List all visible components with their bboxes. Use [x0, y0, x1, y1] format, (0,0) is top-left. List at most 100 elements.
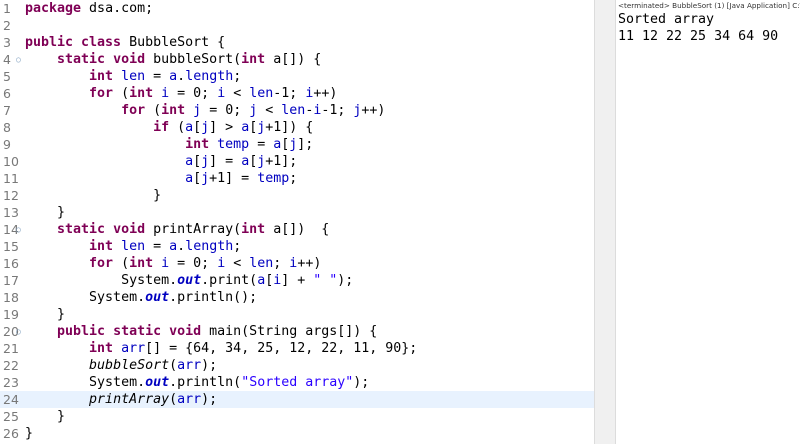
code-line-10[interactable]: 10 a[j] = a[j+1]; [0, 153, 594, 170]
code-line-23[interactable]: 23 System.out.println("Sorted array"); [0, 374, 594, 391]
code-token: a [185, 120, 194, 135]
code-line-18[interactable]: 18 System.out.println(); [0, 289, 594, 306]
code-text: bubbleSort(arr); [25, 357, 217, 374]
code-text: for (int i = 0; i < len; i++) [25, 255, 321, 272]
code-line-14[interactable]: 14 ○ static void printArray(int a[]) { [0, 221, 594, 238]
code-token: ); [201, 358, 218, 373]
code-token: len [249, 86, 274, 101]
code-token: < [225, 86, 250, 101]
code-token: i [161, 256, 170, 271]
code-token: length [185, 69, 234, 84]
code-token: } [25, 409, 66, 424]
code-token: static void [57, 222, 146, 237]
code-token: ( [113, 86, 130, 101]
code-token: dsa.com; [81, 1, 154, 16]
code-line-16[interactable]: 16 for (int i = 0; i < len; i++) [0, 255, 594, 272]
code-line-11[interactable]: 11 a[j+1] = temp; [0, 170, 594, 187]
code-line-17[interactable]: 17 System.out.print(a[i] + " "); [0, 272, 594, 289]
view-divider[interactable] [594, 0, 616, 444]
fold-collapse-icon[interactable]: ○ [16, 323, 21, 340]
code-token: main(String args[]) { [201, 324, 378, 339]
code-line-15[interactable]: 15 int len = a.length; [0, 238, 594, 255]
console-output-line-2: 11 12 22 25 34 64 90 [618, 29, 779, 44]
line-number: 5 [3, 69, 11, 84]
code-token: int [185, 137, 210, 152]
code-line-8[interactable]: 8 if (a[j] > a[j+1]) { [0, 119, 594, 136]
code-token: [] = {64, 34, 25, 12, 22, 11, 90}; [145, 341, 418, 356]
code-token: = 0; [201, 103, 250, 118]
code-token: out [145, 375, 170, 390]
code-token: . [177, 69, 186, 84]
code-token: len [281, 103, 306, 118]
code-token: int [129, 86, 154, 101]
code-token: ( [169, 120, 186, 135]
code-token: temp [257, 171, 290, 186]
fold-collapse-icon[interactable]: ○ [16, 51, 21, 68]
line-number: 23 [3, 375, 19, 390]
console-output-line-1: Sorted array [618, 12, 715, 27]
code-token: out [177, 273, 202, 288]
code-line-22[interactable]: 22 bubbleSort(arr); [0, 357, 594, 374]
code-line-6[interactable]: 6 for (int i = 0; i < len-1; i++) [0, 85, 594, 102]
code-line-2[interactable]: 2 [0, 17, 594, 34]
code-token: int [129, 256, 154, 271]
code-token: static void [57, 52, 146, 67]
code-token: int [89, 239, 114, 254]
code-line-26[interactable]: 26} [0, 425, 594, 442]
code-token: .println(); [169, 290, 258, 305]
code-line-5[interactable]: 5 int len = a.length; [0, 68, 594, 85]
code-line-21[interactable]: 21 int arr[] = {64, 34, 25, 12, 22, 11, … [0, 340, 594, 357]
code-token: -1; [273, 86, 306, 101]
code-line-24[interactable]: 24 printArray(arr); [0, 391, 594, 408]
console-view[interactable]: <terminated> BubbleSort (1) [Java Applic… [616, 0, 800, 444]
code-token: ; [289, 171, 298, 186]
code-token: ; [233, 69, 242, 84]
code-token: = [145, 239, 170, 254]
code-token: = [249, 137, 274, 152]
code-token: for [89, 256, 114, 271]
code-token: j [201, 120, 210, 135]
code-token: a [241, 154, 250, 169]
code-line-19[interactable]: 19 } [0, 306, 594, 323]
code-token: out [145, 290, 170, 305]
line-number: 11 [3, 171, 19, 186]
line-number: 19 [3, 307, 19, 322]
line-number: 12 [3, 188, 19, 203]
line-number: 22 [3, 358, 19, 373]
line-number: 25 [3, 409, 19, 424]
code-line-13[interactable]: 13 } [0, 204, 594, 221]
code-editor[interactable]: 1 package dsa.com; 2 3 public class BubbleSo… [0, 0, 594, 444]
code-line-7[interactable]: 7 for (int j = 0; j < len-i-1; j++) [0, 102, 594, 119]
code-line-12[interactable]: 12 } [0, 187, 594, 204]
code-token: ] = [209, 154, 242, 169]
fold-collapse-icon[interactable]: ○ [16, 221, 21, 238]
code-line-3[interactable]: 3 public class BubbleSort { [0, 34, 594, 51]
code-token: [ [193, 120, 202, 135]
code-token: +1]) { [265, 120, 314, 135]
code-token: len [121, 69, 146, 84]
code-token: a [169, 69, 178, 84]
code-line-9[interactable]: 9 int temp = a[j]; [0, 136, 594, 153]
code-text: static void bubbleSort(int a[]) { [25, 51, 321, 68]
code-line-20[interactable]: 20 ○ public static void main(String args[… [0, 323, 594, 340]
code-token: j [193, 103, 202, 118]
code-token: ); [201, 392, 218, 407]
code-line-4[interactable]: 4 ○ static void bubbleSort(int a[]) { [0, 51, 594, 68]
code-token: a[]) { [265, 52, 322, 67]
code-token: = 0; [169, 256, 218, 271]
code-text: public static void main(String args[]) { [25, 323, 377, 340]
code-line-1[interactable]: 1 package dsa.com; [0, 0, 594, 17]
code-token: "Sorted array" [241, 375, 354, 390]
line-number: 18 [3, 290, 19, 305]
code-token: -1; [321, 103, 354, 118]
code-token: if [153, 120, 170, 135]
line-number: 7 [3, 103, 11, 118]
code-line-25[interactable]: 25 } [0, 408, 594, 425]
